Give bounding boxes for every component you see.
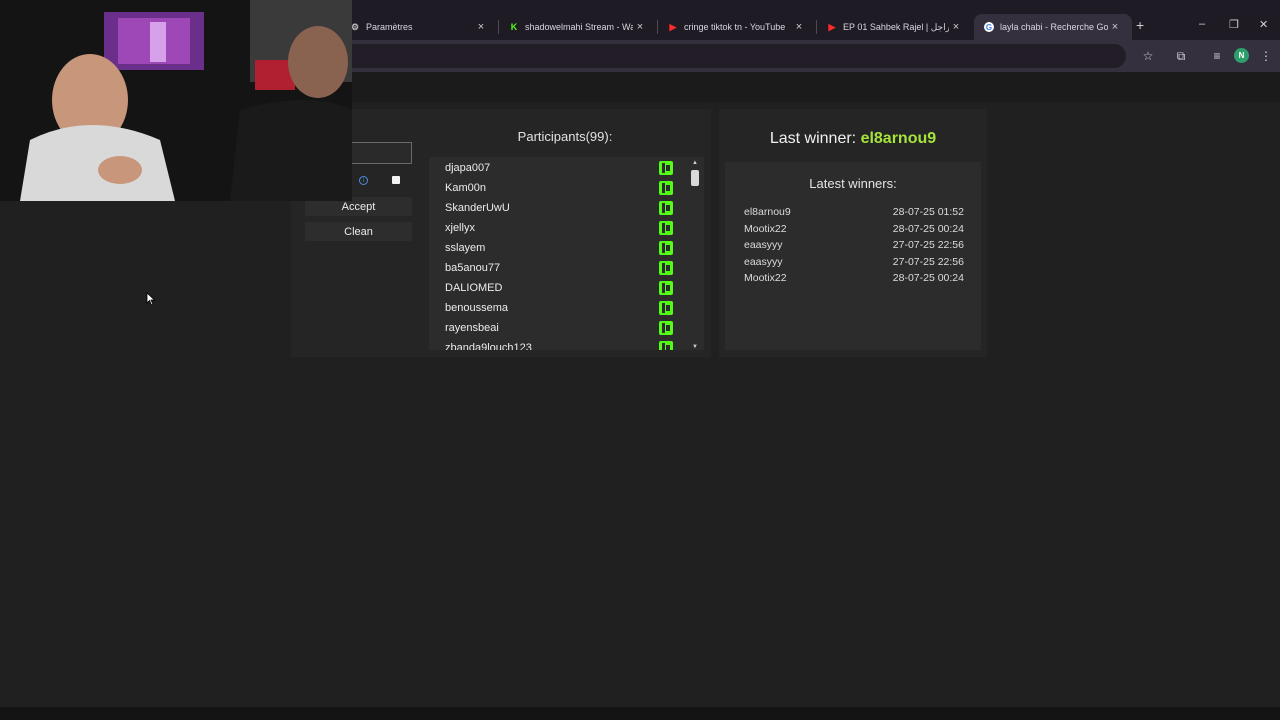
last-winner-name: el8arnou9: [860, 130, 937, 147]
tab-label: Paramètres: [366, 22, 413, 32]
last-winner-label: Last winner:: [769, 130, 857, 147]
list-item[interactable]: xjellyx: [429, 218, 679, 238]
winner-row: el8arnou9 28-07-25 01:52: [744, 206, 964, 222]
participants-list[interactable]: djapa007 Kam00n SkanderUwU xjellyx sslay…: [429, 157, 704, 350]
tab-parametres[interactable]: ⚙ Paramètres ×: [340, 14, 498, 40]
latest-winners-box: Latest winners: el8arnou9 28-07-25 01:52 …: [725, 162, 981, 350]
participant-name: SkanderUwU: [445, 202, 510, 214]
option-checkbox[interactable]: [392, 176, 400, 184]
participant-name: benoussema: [445, 302, 508, 314]
kick-icon: [659, 221, 673, 235]
address-bar[interactable]: [300, 44, 1126, 68]
participant-name: Kam00n: [445, 182, 486, 194]
winner-name: Mootix22: [744, 223, 787, 235]
star-icon[interactable]: ☆: [1138, 46, 1158, 66]
close-icon[interactable]: ×: [949, 21, 963, 33]
scroll-up-icon[interactable]: ▲: [689, 160, 701, 166]
list-item[interactable]: SkanderUwU: [429, 198, 679, 218]
close-icon[interactable]: ×: [633, 21, 647, 33]
scroll-down-icon[interactable]: ▼: [689, 344, 701, 350]
participant-name: rayensbeai: [445, 322, 499, 334]
kick-icon: [659, 341, 673, 350]
winner-date: 28-07-25 00:24: [892, 223, 964, 235]
list-item[interactable]: rayensbeai: [429, 318, 679, 338]
close-icon[interactable]: ×: [792, 21, 806, 33]
kick-icon: [659, 241, 673, 255]
kick-icon: K: [510, 22, 518, 32]
menu-icon[interactable]: ⋮: [1256, 46, 1276, 66]
list-item[interactable]: benoussema: [429, 298, 679, 318]
kick-icon: [659, 201, 673, 215]
participants-title: Participants(99):: [517, 129, 613, 144]
tab-youtube-sahbek[interactable]: ▶ EP 01 Sahbek Rajel | صاحبك راجل ... ×: [817, 14, 973, 40]
kick-icon: [659, 261, 673, 275]
mouse-cursor-icon: [146, 292, 156, 306]
media-control-icon[interactable]: ≡: [1207, 46, 1227, 66]
tab-label: shadowelmahi Stream - Watch: [525, 22, 633, 32]
youtube-icon: ▶: [828, 21, 836, 32]
winner-name: eaasyyy: [744, 256, 783, 268]
kick-icon: [659, 161, 673, 175]
tab-label: cringe tiktok tn - YouTube: [684, 22, 786, 32]
google-icon: G: [984, 22, 994, 32]
youtube-icon: ▶: [669, 21, 677, 32]
last-winner-heading: Last winner: el8arnou9: [719, 130, 987, 148]
info-icon[interactable]: i: [359, 176, 368, 185]
winner-name: eaasyyy: [744, 239, 783, 251]
tab-google-search[interactable]: G layla chabi - Recherche Google ×: [974, 14, 1132, 40]
bottom-bar: [0, 707, 1280, 720]
close-window-button[interactable]: ✕: [1259, 18, 1268, 31]
list-item[interactable]: sslayem: [429, 238, 679, 258]
kick-icon: [659, 321, 673, 335]
webcam-image: [0, 0, 352, 201]
webcam-overlay: [0, 0, 352, 201]
profile-avatar[interactable]: N: [1234, 48, 1249, 63]
list-item[interactable]: Kam00n: [429, 178, 679, 198]
participant-name: DALIOMED: [445, 282, 503, 294]
minimize-button[interactable]: –: [1199, 18, 1205, 30]
participant-name: zbanda9louch123: [445, 342, 532, 350]
winner-name: el8arnou9: [744, 206, 791, 218]
scrollbar-thumb[interactable]: [691, 170, 699, 186]
extensions-icon[interactable]: ⧉: [1171, 46, 1191, 66]
winner-row: eaasyyy 27-07-25 22:56: [744, 239, 964, 255]
list-item[interactable]: ba5anou77: [429, 258, 679, 278]
tab-youtube-cringe[interactable]: ▶ cringe tiktok tn - YouTube ×: [658, 14, 816, 40]
restore-button[interactable]: ❐: [1229, 18, 1239, 31]
winner-name: Mootix22: [744, 272, 787, 284]
kick-icon: [659, 181, 673, 195]
winner-date: 27-07-25 22:56: [892, 239, 964, 251]
tab-label: EP 01 Sahbek Rajel | صاحبك راجل ...: [843, 21, 949, 32]
winner-date: 28-07-25 00:24: [892, 272, 964, 284]
kick-icon: [659, 281, 673, 295]
winner-row: eaasyyy 27-07-25 22:56: [744, 256, 964, 272]
participant-name: djapa007: [445, 162, 491, 174]
latest-winners-title: Latest winners:: [809, 176, 897, 191]
list-item[interactable]: DALIOMED: [429, 278, 679, 298]
tab-label: layla chabi - Recherche Google: [1000, 22, 1108, 32]
winner-date: 28-07-25 01:52: [892, 206, 964, 218]
list-item[interactable]: zbanda9louch123: [429, 338, 679, 350]
winner-row: Mootix22 28-07-25 00:24: [744, 223, 964, 239]
winner-date: 27-07-25 22:56: [892, 256, 964, 268]
new-tab-button[interactable]: +: [1136, 17, 1144, 33]
close-icon[interactable]: ×: [474, 21, 488, 33]
participant-name: ba5anou77: [445, 262, 501, 274]
clean-button[interactable]: Clean: [305, 222, 412, 241]
winner-row: Mootix22 28-07-25 00:24: [744, 272, 964, 288]
participants-scrollbar[interactable]: ▲ ▼: [689, 160, 701, 350]
participant-name: xjellyx: [445, 222, 475, 234]
participant-name: sslayem: [445, 242, 486, 254]
list-item[interactable]: djapa007: [429, 158, 679, 178]
kick-icon: [659, 301, 673, 315]
tab-kick-stream[interactable]: K shadowelmahi Stream - Watch ×: [499, 14, 657, 40]
close-icon[interactable]: ×: [1108, 21, 1122, 33]
